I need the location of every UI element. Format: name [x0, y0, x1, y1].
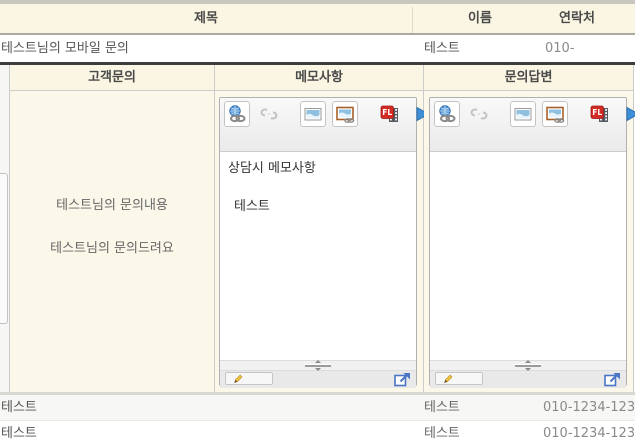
memo-text-line: 테스트: [234, 200, 270, 214]
resize-handle-icon[interactable]: [305, 360, 331, 371]
memo-editor-toolbar: FL: [220, 98, 416, 152]
customer-inquiry-body: 테스트님의 문의내용 테스트님의 문의드려요: [10, 91, 214, 392]
memo-editor-footer: [220, 371, 416, 388]
flash-label: FL: [592, 108, 602, 117]
resize-handle-icon[interactable]: [515, 360, 541, 371]
column-header-title: 제목: [0, 4, 412, 33]
pencil-icon[interactable]: [435, 372, 483, 385]
answer-editor-toolbar: FL: [430, 98, 626, 152]
customer-inquiry-header: 고객문의: [10, 65, 214, 91]
image-link-icon[interactable]: [332, 101, 358, 127]
answer-resize-strip: [430, 360, 626, 371]
answer-content-area[interactable]: [430, 152, 626, 360]
row-name: 테스트: [424, 395, 460, 420]
expand-icon[interactable]: [393, 372, 411, 387]
memo-editor: FL 상담시 메모사항 테스트: [219, 97, 417, 386]
answer-editor-footer: [430, 371, 626, 388]
memo-text-line: 상담시 메모사항: [228, 162, 316, 176]
pencil-icon[interactable]: [225, 372, 273, 385]
table-row[interactable]: 테스트 테스트 010-1234-1234: [0, 421, 635, 446]
inquiry-content-line: 테스트님의 문의내용: [10, 199, 214, 213]
column-header-phone: 연락처: [537, 4, 617, 33]
memo-column: 메모사항 FL 상담시 메모사항: [215, 65, 424, 392]
memo-header: 메모사항: [215, 65, 423, 91]
expand-icon[interactable]: [603, 372, 621, 387]
answer-body: FL: [424, 91, 633, 392]
clipped-left-column: [0, 65, 10, 392]
memo-content-area[interactable]: 상담시 메모사항 테스트: [220, 152, 416, 360]
image-icon[interactable]: [300, 101, 326, 127]
image-icon[interactable]: [510, 101, 536, 127]
flash-icon[interactable]: FL: [377, 101, 403, 127]
inquiry-name: 테스트: [424, 35, 460, 62]
answer-editor: FL: [429, 97, 627, 386]
image-link-icon[interactable]: [542, 101, 568, 127]
inquiry-content-line: 테스트님의 문의드려요: [10, 242, 214, 256]
row-phone: 010-1234-1234: [543, 395, 635, 420]
row-title: 테스트: [1, 421, 37, 446]
flash-label: FL: [382, 108, 392, 117]
row-phone: 010-1234-1234: [543, 421, 635, 446]
customer-inquiry-column: 고객문의 테스트님의 문의내용 테스트님의 문의드려요: [10, 65, 215, 392]
detail-section: 고객문의 테스트님의 문의내용 테스트님의 문의드려요 메모사항: [0, 65, 635, 392]
link-icon[interactable]: [224, 101, 250, 127]
media-play-icon[interactable]: [619, 101, 635, 127]
answer-column: 문의답변 FL: [424, 65, 634, 392]
clipped-scrollbar[interactable]: [0, 173, 8, 324]
header-divider: [412, 7, 413, 33]
answer-header: 문의답변: [424, 65, 633, 91]
unlink-icon[interactable]: [256, 101, 282, 127]
column-header-name: 이름: [440, 4, 520, 33]
link-icon[interactable]: [434, 101, 460, 127]
flash-icon[interactable]: FL: [587, 101, 613, 127]
inquiry-title: 테스트님의 모바일 문의: [1, 35, 129, 62]
inquiry-phone: 010-: [545, 35, 575, 62]
memo-resize-strip: [220, 360, 416, 371]
table-row[interactable]: 테스트 테스트 010-1234-1234: [0, 395, 635, 420]
selected-inquiry-row[interactable]: 테스트님의 모바일 문의 테스트 010-: [0, 35, 635, 62]
inquiry-detail-page: 제목 이름 연락처 테스트님의 모바일 문의 테스트 010- 고객문의 테스트…: [0, 0, 635, 446]
list-header-row: 제목 이름 연락처: [0, 4, 635, 33]
row-name: 테스트: [424, 421, 460, 446]
memo-body: FL 상담시 메모사항 테스트: [215, 91, 423, 392]
unlink-icon[interactable]: [466, 101, 492, 127]
row-title: 테스트: [1, 395, 37, 420]
